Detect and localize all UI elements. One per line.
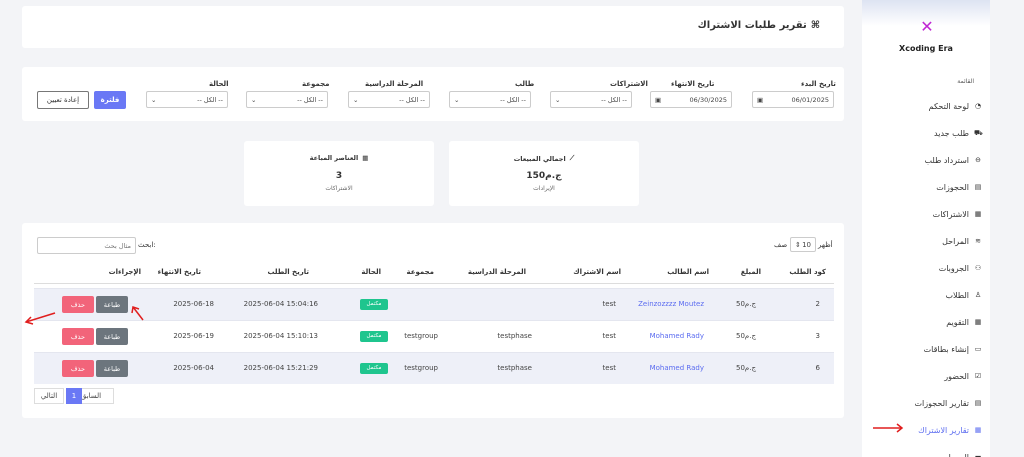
annotation-arrows (24, 306, 904, 433)
